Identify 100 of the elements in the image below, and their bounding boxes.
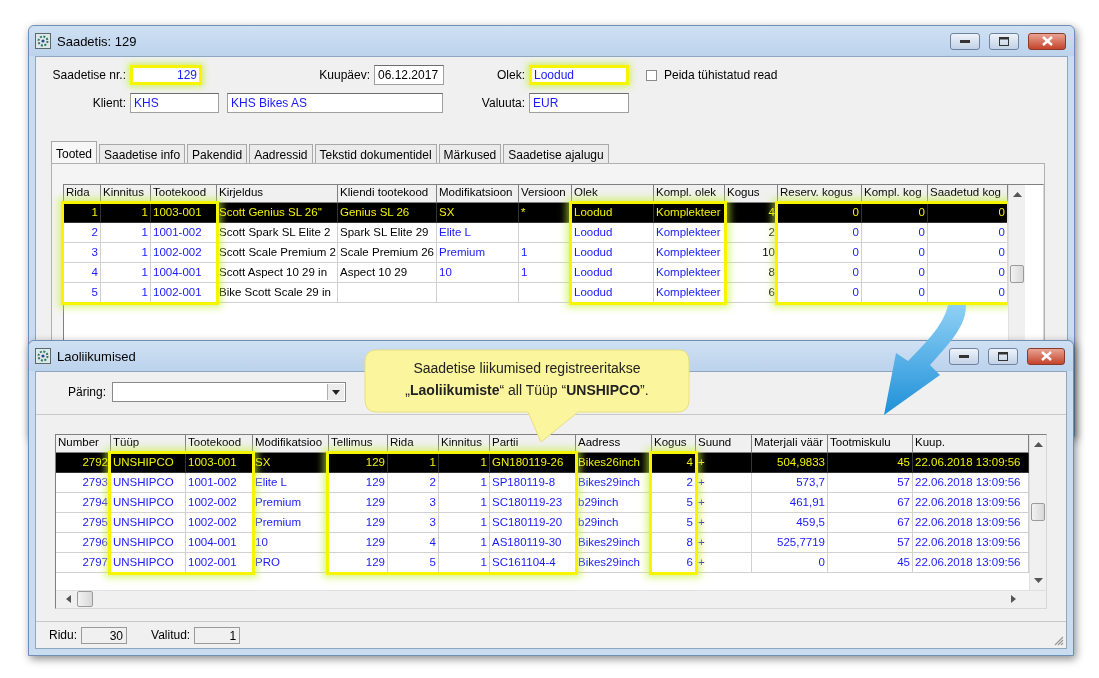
scroll-up-icon[interactable]: [1012, 192, 1022, 198]
text-field[interactable]: KHS: [130, 93, 219, 113]
table-row[interactable]: 2797 UNSHIPCO 1002-001 PRO 129 5 1 SC161104-4 Bikes29inch 6 + 0 45 22.06.2018 13:09:56: [56, 553, 1029, 573]
table-cell: 1002-001: [151, 283, 217, 303]
table-cell: 1002-002: [186, 513, 253, 533]
table-cell: 4: [652, 453, 696, 473]
text-field[interactable]: 06.12.2017: [374, 65, 444, 85]
maximize-icon: [998, 351, 1008, 361]
table-row[interactable]: 2793 UNSHIPCO 1001-002 Elite L 129 2 1 SP180119-8 Bikes29inch 2 + 573,7 57 22.06.2018 13:09:56: [56, 473, 1029, 493]
tab[interactable]: Tekstid dokumentidel: [314, 144, 437, 163]
table-cell: +: [696, 493, 752, 513]
tab[interactable]: Aadressid: [249, 144, 313, 163]
table-cell: *: [519, 203, 572, 223]
tab[interactable]: Märkused: [438, 144, 502, 163]
scroll-thumb[interactable]: [1010, 265, 1024, 283]
status-value: 1: [194, 626, 241, 644]
table-row[interactable]: 3 1 1002-002 Scott Scale Premium 2 Scale Premium 26 Premium 1 Loodud Komplekteer 10 0 0 0: [64, 243, 1008, 263]
table-cell: Bikes29inch: [576, 533, 652, 553]
table-cell: 573,7: [752, 473, 828, 493]
tab[interactable]: Pakendid: [187, 144, 248, 163]
table-cell: 2793: [56, 473, 111, 493]
table-cell: +: [696, 453, 752, 473]
table-cell: 8: [652, 533, 696, 553]
scroll-down-icon[interactable]: [1033, 578, 1043, 584]
minimize-button[interactable]: [950, 32, 980, 50]
tab[interactable]: Saadetise info: [99, 144, 186, 163]
table-cell: UNSHIPCO: [111, 493, 186, 513]
scroll-left-icon[interactable]: [66, 595, 71, 603]
table-cell: 2: [388, 473, 439, 493]
text-field[interactable]: Loodud: [529, 65, 629, 85]
table-cell: 0: [752, 553, 828, 573]
scroll-thumb[interactable]: [77, 591, 93, 607]
table-cell: UNSHIPCO: [111, 473, 186, 493]
column-header[interactable]: Kirjeldus: [217, 185, 338, 203]
column-header[interactable]: Kogus: [725, 185, 778, 203]
window-title: Laoliikumised: [57, 348, 136, 364]
table-cell: 10: [253, 533, 329, 553]
table-cell: Bikes26inch: [576, 453, 652, 473]
table-cell: PRO: [253, 553, 329, 573]
field-label: Saadetise nr.:: [51, 68, 127, 82]
column-header[interactable]: Versioon: [519, 185, 572, 203]
field-label: Olek:: [496, 68, 526, 82]
table-cell: 10: [725, 243, 778, 263]
table-cell: 3: [64, 243, 101, 263]
close-button[interactable]: [1027, 347, 1065, 365]
table-cell: SP180119-8: [490, 473, 576, 493]
window-title: Saadetis: 129: [57, 33, 137, 49]
table-cell: 1: [101, 243, 151, 263]
table-cell: Aspect 10 29: [338, 263, 437, 283]
column-header[interactable]: Kuup.: [913, 435, 1029, 453]
column-header[interactable]: Modifikatsioo: [253, 435, 329, 453]
table-cell: 129: [329, 473, 388, 493]
scroll-thumb[interactable]: [1031, 503, 1045, 521]
maximize-button[interactable]: [988, 347, 1018, 365]
table-cell: SX: [253, 453, 329, 473]
text-field[interactable]: 129: [130, 65, 202, 85]
column-header[interactable]: Suund: [696, 435, 752, 453]
table-cell: 5: [388, 553, 439, 573]
table-cell: 0: [862, 263, 928, 283]
column-header[interactable]: Kliendi tootekood: [338, 185, 437, 203]
table-cell: 1002-002: [186, 493, 253, 513]
dropdown-icon[interactable]: [332, 389, 341, 395]
text-field[interactable]: KHS Bikes AS: [227, 93, 443, 113]
tab[interactable]: Tooted: [51, 141, 98, 163]
minimize-icon: [959, 354, 969, 358]
table-cell: 0: [778, 263, 862, 283]
maximize-button[interactable]: [989, 32, 1019, 50]
table-row[interactable]: 2794 UNSHIPCO 1002-002 Premium 129 3 1 SC180119-23 b29inch 5 + 461,91 67 22.06.2018 13:09:56: [56, 493, 1029, 513]
column-header[interactable]: Modifikatsioon: [437, 185, 519, 203]
table-row[interactable]: 1 1 1003-001 Scott Genius SL 26'' Genius SL 26 SX * Loodud Komplekteer 4 0 0 0: [64, 203, 1008, 223]
table-cell: 0: [778, 223, 862, 243]
table-cell: 1: [439, 533, 490, 553]
close-icon: [1040, 351, 1052, 361]
status-label: Ridu:: [49, 628, 77, 642]
table-row[interactable]: 2 1 1001-002 Scott Spark SL Elite 2 Spark SL Elite 29 Elite L Loodud Komplekteer 2 0 0 0: [64, 223, 1008, 243]
table-row[interactable]: 2792 UNSHIPCO 1003-001 SX 129 1 1 GN180119-26 Bikes26inch 4 + 504,9833 45 22.06.2018 13:09:56: [56, 453, 1029, 473]
maximize-icon: [999, 36, 1009, 46]
tab[interactable]: Saadetise ajalugu: [503, 144, 609, 163]
scroll-up-icon[interactable]: [1033, 442, 1043, 448]
column-header[interactable]: Number: [56, 435, 111, 453]
resize-grip-icon[interactable]: [1053, 635, 1064, 646]
table-row[interactable]: 4 1 1004-001 Scott Aspect 10 29 in Aspect 10 29 10 1 Loodud Komplekteer 8 0 0 0: [64, 263, 1008, 283]
column-header[interactable]: Aadress: [576, 435, 652, 453]
table-row[interactable]: 2796 UNSHIPCO 1004-001 10 129 4 1 AS180119-30 Bikes29inch 8 + 525,7719 57 22.06.2018 13:09:56: [56, 533, 1029, 553]
close-button[interactable]: [1028, 32, 1066, 50]
table-cell: 129: [329, 553, 388, 573]
table-cell: Scott Genius SL 26'': [217, 203, 338, 223]
table-row[interactable]: 5 1 1002-001 Bike Scott Scale 29 in Loodud Komplekteer 6 0 0 0: [64, 283, 1008, 303]
table-cell: 0: [862, 223, 928, 243]
column-header[interactable]: Tootmiskulu: [828, 435, 913, 453]
table-cell: 2796: [56, 533, 111, 553]
scroll-right-icon[interactable]: [1011, 595, 1016, 603]
checkbox[interactable]: [646, 69, 657, 81]
table-cell: Komplekteer: [654, 243, 725, 263]
text-field[interactable]: EUR: [529, 93, 629, 113]
table-row[interactable]: 2795 UNSHIPCO 1002-002 Premium 129 3 1 SC180119-20 b29inch 5 + 459,5 67 22.06.2018 13:09:56: [56, 513, 1029, 533]
minimize-button[interactable]: [949, 347, 979, 365]
table-cell: 0: [778, 243, 862, 263]
column-header[interactable]: Materjali väär: [752, 435, 828, 453]
table-cell: 129: [329, 453, 388, 473]
